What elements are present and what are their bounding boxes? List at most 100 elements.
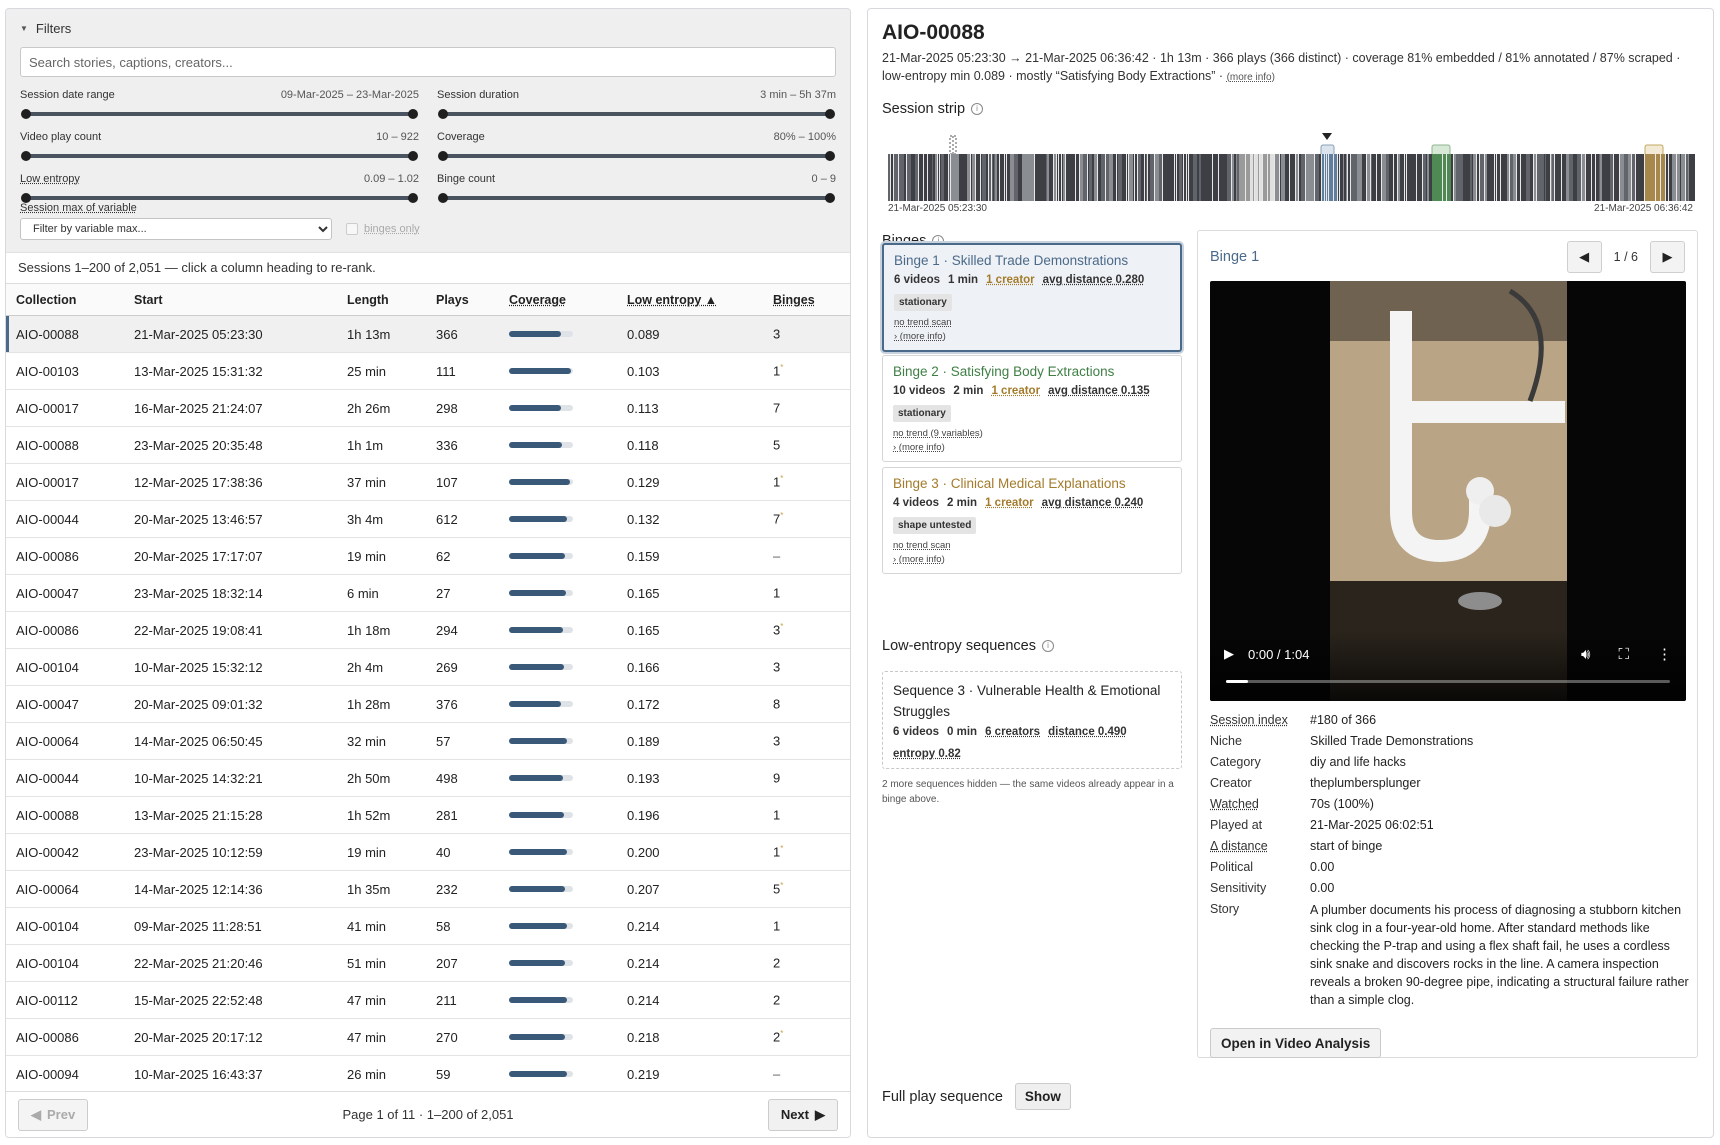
binge-card[interactable]: Binge 1 · Skilled Trade Demonstrations 6… <box>882 243 1182 352</box>
table-row[interactable]: AIO-00044 20-Mar-2025 13:46:57 3h 4m 612… <box>6 500 850 538</box>
strip-play-mark <box>1268 154 1270 201</box>
next-button[interactable]: Next ▶ <box>767 1098 838 1131</box>
filter-slider[interactable]: Low entropy 0.09 – 1.02 <box>20 173 419 205</box>
strip-play-mark <box>1491 154 1494 201</box>
slider-range: 80% – 100% <box>773 131 836 143</box>
column-header[interactable]: Binges <box>763 283 850 316</box>
binge-more-info[interactable]: › (more info) <box>893 554 1171 565</box>
info-icon[interactable]: i <box>1041 640 1054 652</box>
binges-only-checkbox[interactable]: binges only <box>346 223 420 235</box>
play-icon[interactable]: ▶ <box>1224 646 1234 662</box>
length-cell: 1h 52m <box>337 796 426 834</box>
slider-max-handle[interactable] <box>825 151 835 161</box>
video-progress-fill <box>1226 680 1249 683</box>
filters-toggle[interactable]: ▼ Filters <box>20 19 836 37</box>
binge-creators[interactable]: 1 creator <box>986 274 1035 286</box>
table-row[interactable]: AIO-00017 16-Mar-2025 21:24:07 2h 26m 29… <box>6 389 850 427</box>
table-row[interactable]: AIO-00103 13-Mar-2025 15:31:32 25 min 11… <box>6 352 850 390</box>
binge-title: Binge 1 · Skilled Trade Demonstrations <box>894 253 1129 268</box>
slider-min-handle[interactable] <box>21 109 31 119</box>
binge-creators[interactable]: 1 creator <box>991 385 1040 397</box>
video-progress-bar[interactable] <box>1226 680 1670 683</box>
prev-video-button[interactable]: ◀ <box>1566 241 1602 273</box>
session-strip[interactable] <box>888 154 1695 201</box>
column-header[interactable]: Coverage <box>499 283 617 316</box>
table-row[interactable]: AIO-00088 21-Mar-2025 05:23:30 1h 13m 36… <box>6 315 850 353</box>
more-options-icon[interactable]: ⋮ <box>1657 645 1672 663</box>
filter-slider[interactable]: Coverage 80% – 100% <box>437 131 836 163</box>
info-icon[interactable]: i <box>971 103 984 115</box>
more-info-link[interactable]: (more info) <box>1227 72 1275 83</box>
slider-track[interactable] <box>20 107 419 121</box>
binges-count: 3 <box>773 733 781 749</box>
table-row[interactable]: AIO-00086 22-Mar-2025 19:08:41 1h 18m 29… <box>6 611 850 649</box>
volume-icon[interactable]: 🔊︎ <box>1581 646 1590 663</box>
fullscreen-icon[interactable]: ⛶ <box>1618 646 1629 663</box>
table-row[interactable]: AIO-00042 23-Mar-2025 10:12:59 19 min 40… <box>6 833 850 871</box>
table-row[interactable]: AIO-00094 10-Mar-2025 16:43:37 26 min 59… <box>6 1055 850 1093</box>
checkbox-box[interactable] <box>346 223 358 235</box>
strip-play-mark <box>1299 154 1301 201</box>
show-button[interactable]: Show <box>1014 1083 1071 1110</box>
slider-min-handle[interactable] <box>438 151 448 161</box>
detail-row: Watched 70s (100%) <box>1210 794 1690 815</box>
open-video-analysis-button[interactable]: Open in Video Analysis <box>1210 1028 1382 1058</box>
binge-creators[interactable]: 1 creator <box>985 497 1034 509</box>
triangle-right-icon: ▶ <box>1662 249 1673 264</box>
coverage-bar <box>509 553 573 559</box>
binge-more-info[interactable]: › (more info) <box>893 442 1171 453</box>
search-input[interactable] <box>20 47 836 77</box>
table-row[interactable]: AIO-00086 20-Mar-2025 20:17:12 47 min 27… <box>6 1018 850 1056</box>
table-row[interactable]: AIO-00104 10-Mar-2025 15:32:12 2h 4m 269… <box>6 648 850 686</box>
filter-slider[interactable]: Session date range 09-Mar-2025 – 23-Mar-2… <box>20 89 419 121</box>
table-row[interactable]: AIO-00047 20-Mar-2025 09:01:32 1h 28m 37… <box>6 685 850 723</box>
next-video-button[interactable]: ▶ <box>1650 241 1685 273</box>
variable-max-select[interactable]: Filter by variable max... <box>20 218 332 240</box>
table-row[interactable]: AIO-00112 15-Mar-2025 22:52:48 47 min 21… <box>6 981 850 1019</box>
table-row[interactable]: AIO-00088 13-Mar-2025 21:15:28 1h 52m 28… <box>6 796 850 834</box>
slider-max-handle[interactable] <box>408 109 418 119</box>
slider-min-handle[interactable] <box>438 193 448 203</box>
collection-cell: AIO-00017 <box>6 463 124 501</box>
strip-play-mark <box>1035 154 1037 201</box>
plays-cell: 498 <box>426 759 499 797</box>
binge-card[interactable]: Binge 3 · Clinical Medical Explanations … <box>882 467 1182 574</box>
slider-max-handle[interactable] <box>825 193 835 203</box>
slider-track[interactable] <box>437 107 836 121</box>
session-meta: 21-Mar-2025 05:23:30 → 21-Mar-2025 06:36… <box>882 49 1712 87</box>
sequence-videos: 6 videos <box>893 726 940 738</box>
slider-min-handle[interactable] <box>438 109 448 119</box>
strip-play-mark <box>1661 154 1665 201</box>
table-row[interactable]: AIO-00104 22-Mar-2025 21:20:46 51 min 20… <box>6 944 850 982</box>
slider-track[interactable] <box>437 149 836 163</box>
slider-track[interactable] <box>20 149 419 163</box>
column-header[interactable]: Length <box>337 283 426 316</box>
filters-section: ▼ Filters Session date range 09-Mar-2025 … <box>6 9 850 253</box>
table-row[interactable]: AIO-00047 23-Mar-2025 18:32:14 6 min 27 … <box>6 574 850 612</box>
column-header[interactable]: Start <box>124 283 337 316</box>
strip-play-mark <box>888 154 890 201</box>
column-header[interactable]: Plays <box>426 283 499 316</box>
table-row[interactable]: AIO-00104 09-Mar-2025 11:28:51 41 min 58… <box>6 907 850 945</box>
table-row[interactable]: AIO-00017 12-Mar-2025 17:38:36 37 min 10… <box>6 463 850 501</box>
table-row[interactable]: AIO-00044 10-Mar-2025 14:32:21 2h 50m 49… <box>6 759 850 797</box>
table-row[interactable]: AIO-00088 23-Mar-2025 20:35:48 1h 1m 336… <box>6 426 850 464</box>
column-header[interactable]: Collection <box>6 283 124 316</box>
slider-track[interactable] <box>437 191 836 205</box>
filter-slider[interactable]: Video play count 10 – 922 <box>20 131 419 163</box>
slider-min-handle[interactable] <box>21 151 31 161</box>
prev-button[interactable]: ◀ Prev <box>18 1098 89 1131</box>
session-detail-panel: AIO-00088 21-Mar-2025 05:23:30 → 21-Mar-… <box>867 8 1714 1138</box>
slider-max-handle[interactable] <box>408 151 418 161</box>
table-row[interactable]: AIO-00064 14-Mar-2025 06:50:45 32 min 57… <box>6 722 850 760</box>
video-player[interactable]: ▶ 0:00 / 1:04 🔊︎ ⛶ ⋮ <box>1210 281 1686 701</box>
slider-max-handle[interactable] <box>825 109 835 119</box>
column-header[interactable]: Low entropy ▲ <box>617 283 763 316</box>
binge-more-info[interactable]: › (more info) <box>894 331 1170 342</box>
binge-card[interactable]: Binge 2 · Satisfying Body Extractions 10… <box>882 355 1182 462</box>
filter-slider[interactable]: Session duration 3 min – 5h 37m <box>437 89 836 121</box>
filter-slider[interactable]: Binge count 0 – 9 <box>437 173 836 205</box>
table-row[interactable]: AIO-00086 20-Mar-2025 17:17:07 19 min 62… <box>6 537 850 575</box>
table-row[interactable]: AIO-00064 14-Mar-2025 12:14:36 1h 35m 23… <box>6 870 850 908</box>
sequence-card[interactable]: Sequence 3 · Vulnerable Health & Emotion… <box>882 671 1182 769</box>
